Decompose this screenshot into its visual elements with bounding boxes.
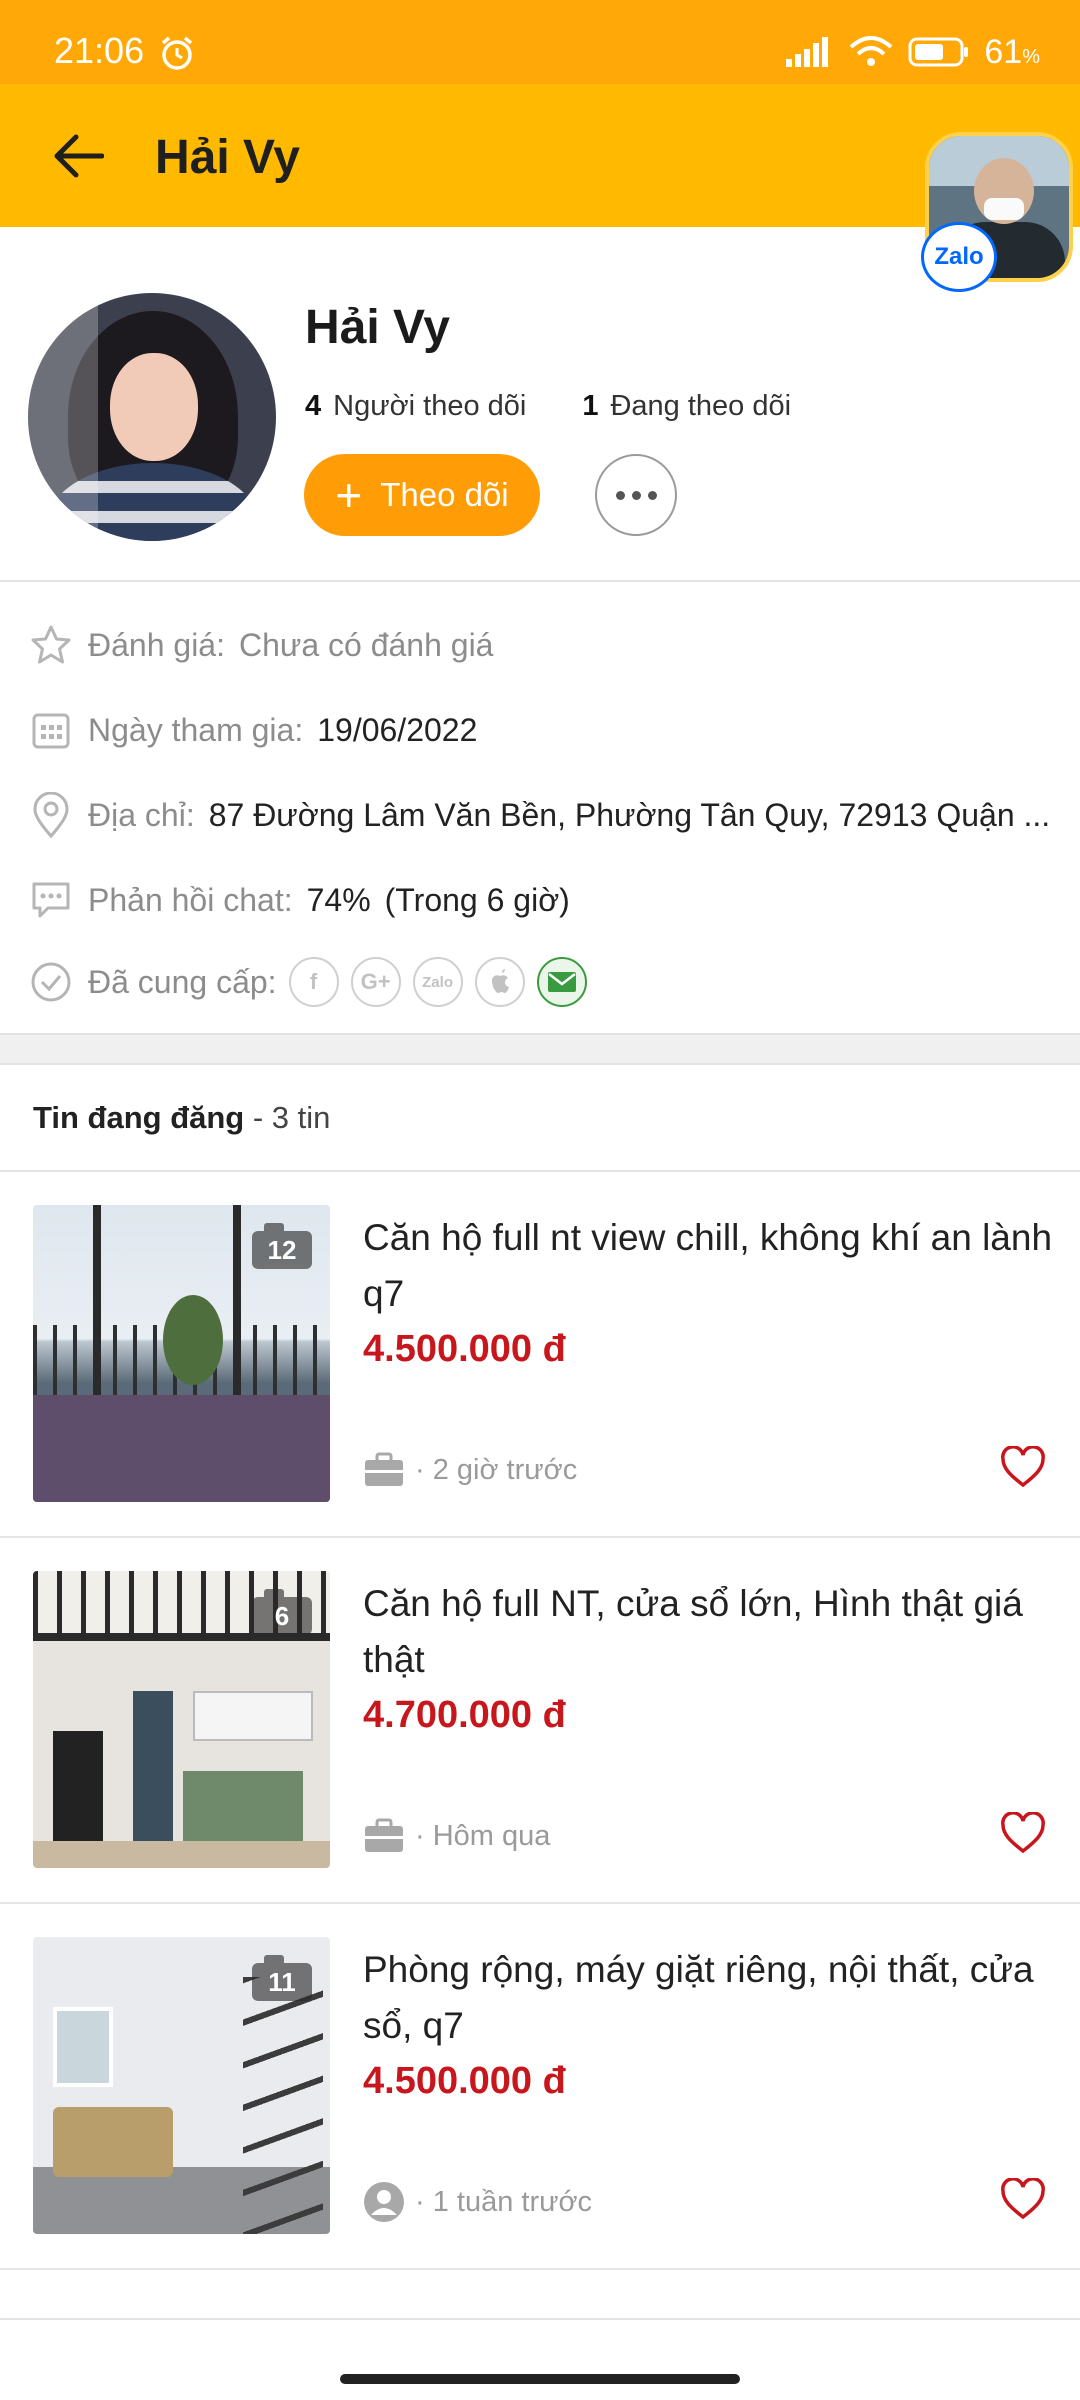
followers-stat[interactable]: 4 Người theo dõi <box>305 390 526 423</box>
briefcase-icon <box>363 1815 405 1857</box>
profile-name: Hải Vy <box>305 301 450 354</box>
arrow-left-icon <box>54 134 104 178</box>
check-circle-icon <box>28 959 74 1005</box>
status-icons: 61% <box>786 32 1040 72</box>
listing-photo: 11 <box>33 1937 330 2234</box>
person-icon <box>363 2181 405 2223</box>
battery-percent: 61% <box>984 32 1040 71</box>
avatar[interactable] <box>28 293 276 541</box>
listing-time: 1 tuần trước <box>432 2185 593 2218</box>
status-bar: 21:06 61% <box>0 0 1080 84</box>
zalo-badge: Zalo <box>921 222 997 292</box>
alarm-icon <box>161 36 193 70</box>
listing-price: 4.700.000 đ <box>363 1694 566 1736</box>
listing-time: 2 giờ trước <box>432 1453 578 1486</box>
following-stat[interactable]: 1 Đang theo dõi <box>582 390 791 423</box>
divider <box>0 580 1080 582</box>
listing-item[interactable]: 11 Phòng rộng, máy giặt riêng, nội thất,… <box>0 1904 1080 2270</box>
photo-count-badge: 11 <box>252 1955 312 2001</box>
email-icon <box>536 957 587 1007</box>
battery-icon <box>908 37 969 67</box>
home-indicator[interactable] <box>340 2374 740 2384</box>
listing-meta: · 1 tuần trước <box>363 2181 592 2223</box>
follow-stats: 4 Người theo dõi 1 Đang theo dõi <box>305 390 791 423</box>
back-button[interactable] <box>46 124 110 188</box>
listing-meta: · Hôm qua <box>363 1815 550 1857</box>
calendar-icon <box>28 707 74 753</box>
favorite-heart-icon[interactable] <box>996 1806 1050 1860</box>
plus-icon: + <box>335 469 363 521</box>
status-time: 21:06 <box>54 30 145 71</box>
zalo-icon: Zalo <box>412 957 463 1007</box>
facebook-icon: f <box>288 957 339 1007</box>
listing-photo: 12 <box>33 1205 330 1502</box>
star-icon <box>28 622 74 668</box>
section-separator <box>0 1033 1080 1065</box>
favorite-heart-icon[interactable] <box>996 2172 1050 2226</box>
briefcase-icon <box>363 1449 405 1491</box>
listings-section-title: Tin đang đăng - 3 tin <box>33 1100 331 1135</box>
listing-price: 4.500.000 đ <box>363 1328 566 1370</box>
chat-response-row: Phản hồi chat: 74% (Trong 6 giờ) <box>28 875 570 925</box>
listing-photo: 6 <box>33 1571 330 1868</box>
divider <box>0 2318 1080 2320</box>
page-title: Hải Vy <box>155 131 300 184</box>
address-row: Địa chỉ: 87 Đường Lâm Văn Bền, Phường Tâ… <box>28 790 1050 840</box>
rating-row: Đánh giá: Chưa có đánh giá <box>28 620 493 670</box>
follow-button-label: Theo dõi <box>380 476 509 513</box>
follow-button[interactable]: + Theo dõi <box>304 454 540 536</box>
listing-title: Căn hộ full NT, cửa sổ lớn, Hình thật gi… <box>363 1583 1023 1680</box>
app-bar: Hải Vy <box>0 84 1080 227</box>
google-plus-icon: G+ <box>350 957 401 1007</box>
listing-item[interactable]: 12 Căn hộ full nt view chill, không khí … <box>0 1172 1080 1538</box>
chat-bubble-icon <box>28 877 74 923</box>
listing-title: Phòng rộng, máy giặt riêng, nội thất, cử… <box>363 1949 1034 2046</box>
listing-time: Hôm qua <box>432 1819 551 1852</box>
photo-count-badge: 12 <box>252 1223 312 1269</box>
listing-title: Căn hộ full nt view chill, không khí an … <box>363 1217 1053 1314</box>
provided-row: Đã cung cấp: f G+ Zalo <box>28 957 587 1007</box>
listing-meta: · 2 giờ trước <box>363 1449 577 1491</box>
listing-item[interactable]: 6 Căn hộ full NT, cửa sổ lớn, Hình thật … <box>0 1538 1080 1904</box>
photo-count-badge: 6 <box>252 1589 312 1635</box>
listing-price: 4.500.000 đ <box>363 2060 566 2102</box>
apple-icon <box>474 957 525 1007</box>
signal-icon <box>786 37 829 67</box>
joined-row: Ngày tham gia: 19/06/2022 <box>28 705 477 755</box>
more-options-button[interactable] <box>595 454 677 536</box>
favorite-heart-icon[interactable] <box>996 1440 1050 1494</box>
location-pin-icon <box>28 792 74 838</box>
wifi-icon <box>850 36 893 66</box>
